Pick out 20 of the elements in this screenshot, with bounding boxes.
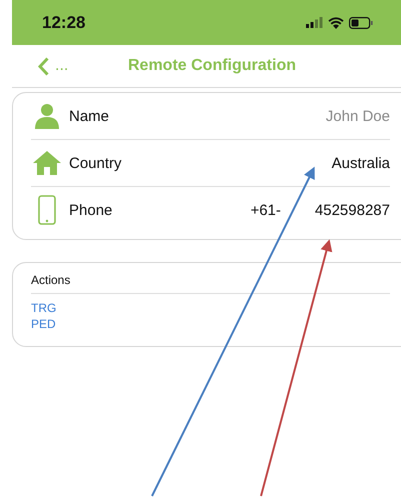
house-icon bbox=[33, 151, 61, 175]
action-link[interactable]: PED bbox=[31, 316, 390, 332]
phone-icon bbox=[38, 195, 56, 225]
screen-title: Remote Configuration bbox=[128, 57, 296, 75]
action-link[interactable]: TRG bbox=[31, 300, 390, 316]
actions-title: Actions bbox=[31, 273, 390, 294]
field-label: Phone bbox=[69, 202, 114, 218]
wifi-icon bbox=[328, 16, 344, 28]
field-value: Australia bbox=[332, 154, 390, 172]
status-time: 12:28 bbox=[42, 12, 86, 32]
signal-icon bbox=[306, 17, 323, 28]
country-code: +61- bbox=[250, 202, 281, 218]
person-icon bbox=[34, 103, 60, 129]
field-label: Country bbox=[69, 154, 123, 172]
chevron-left-icon bbox=[38, 56, 49, 76]
battery-icon bbox=[349, 16, 373, 28]
field-label: Name bbox=[69, 108, 110, 124]
field-value: 452598287 bbox=[314, 202, 390, 218]
name-input[interactable]: John Doe bbox=[250, 108, 390, 124]
back-button[interactable]: ... bbox=[38, 56, 68, 76]
